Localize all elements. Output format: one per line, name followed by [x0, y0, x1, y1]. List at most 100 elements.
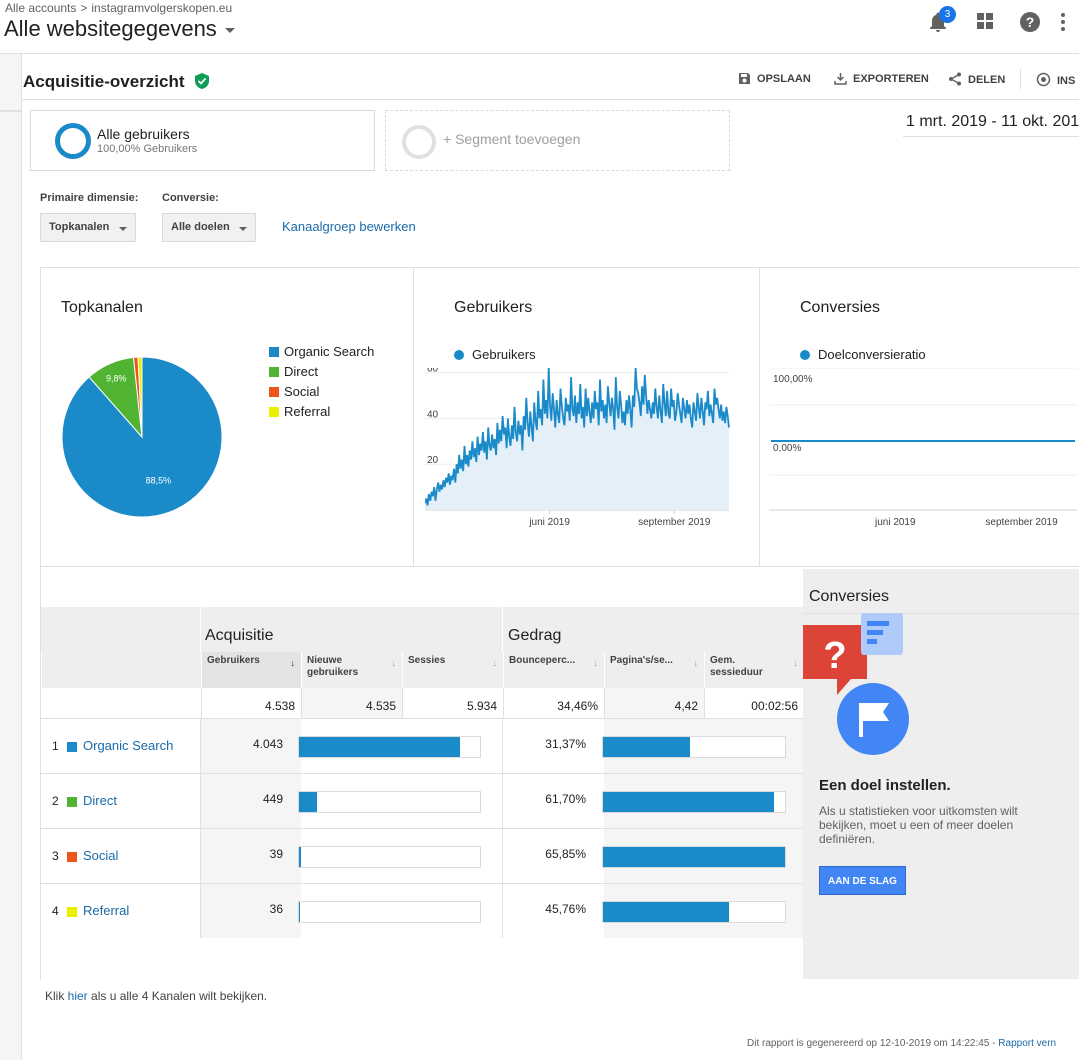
svg-text:?: ? — [823, 635, 846, 677]
report-title-text: Acquisitie-overzicht — [23, 72, 185, 91]
segment-share: 100,00% Gebruikers — [97, 143, 198, 155]
chart-panels: Topkanalen 88,5% 9,8% Organic Search Dire… — [40, 267, 1079, 567]
bounce-value: 61,70% — [545, 792, 586, 806]
col-header-new-users[interactable]: Nieuwe gebruikers ↓ — [301, 652, 402, 688]
channels-table: Acquisitie Gedrag Gebruikers ↓ Nieuwe geb… — [40, 567, 804, 980]
topkanalen-pie-chart: 88,5% 9,8% — [61, 356, 223, 518]
col-header-pages[interactable]: Pagina's/se... ↓ — [604, 652, 704, 688]
col-header-bounce-label: Bounceperc... — [509, 655, 576, 666]
breadcrumb-all-accounts[interactable]: Alle accounts — [5, 1, 76, 15]
channel-link[interactable]: Referral — [83, 903, 129, 918]
date-range-picker[interactable]: 1 mrt. 2019 - 11 okt. 2019 — [903, 113, 1079, 137]
legend-organic-search[interactable]: Organic Search — [269, 344, 374, 359]
notifications-bell-icon[interactable]: 3 — [927, 6, 956, 36]
save-label: OPSLAAN — [757, 73, 811, 85]
users-value: 36 — [269, 902, 283, 916]
empty-segment-ring-icon — [402, 125, 436, 159]
view-selector[interactable]: Alle websitegegevens — [4, 16, 235, 42]
col-header-sessions[interactable]: Sessies ↓ — [402, 652, 503, 688]
chevron-down-icon — [224, 27, 235, 33]
table-row: 4 Referral 36 45,76% — [41, 883, 804, 938]
gebruikers-title: Gebruikers — [454, 299, 533, 316]
row-index: 2 — [52, 794, 59, 808]
view-title: Alle websitegegevens — [4, 16, 217, 41]
conversies-title: Conversies — [800, 299, 881, 316]
save-button[interactable]: OPSLAAN — [738, 72, 811, 85]
table-row: 2 Direct 449 61,70% — [41, 773, 804, 828]
help-icon[interactable]: ? — [1018, 10, 1044, 36]
segment-all-users[interactable]: Alle gebruikers 100,00% Gebruikers — [30, 110, 375, 171]
bounce-value: 45,76% — [545, 902, 586, 916]
goal-heading: Een doel instellen. — [819, 777, 951, 794]
export-button[interactable]: EXPORTEREN — [834, 72, 929, 85]
bounce-value: 31,37% — [545, 737, 586, 751]
gebruikers-area-chart: 60 40 20 juni 2019 september 2019 — [425, 368, 730, 528]
users-bar — [298, 901, 481, 923]
total-pages: 4,42 — [604, 688, 704, 718]
col-header-duration[interactable]: Gem. sessieduur ↓ — [704, 652, 804, 688]
legend-label-organic: Organic Search — [284, 344, 375, 359]
edit-channel-group-link[interactable]: Kanaalgroep bewerken — [282, 219, 416, 234]
total-bounce: 34,46% — [503, 688, 604, 718]
bounce-bar — [602, 736, 786, 758]
x-tick-label: juni 2019 — [528, 517, 570, 528]
col-header-bounce[interactable]: Bounceperc... ↓ — [503, 652, 604, 688]
sort-arrow-icon: ↓ — [593, 658, 599, 668]
action-divider — [1020, 69, 1021, 89]
primary-dimension-dropdown[interactable]: Topkanalen — [40, 213, 136, 242]
segment-ring-icon — [55, 123, 91, 159]
col-header-users[interactable]: Gebruikers ↓ — [201, 652, 301, 688]
primary-dimension-value: Topkanalen — [49, 221, 110, 233]
more-menu-icon[interactable] — [1059, 10, 1079, 36]
get-started-button[interactable]: AAN DE SLAG — [819, 866, 906, 895]
col-header-users-label: Gebruikers — [207, 655, 260, 666]
breadcrumb-property[interactable]: instagramvolgerskopen.eu — [91, 1, 232, 15]
report-title: Acquisitie-overzicht — [23, 72, 210, 92]
share-label: DELEN — [968, 74, 1006, 86]
apps-grid-icon[interactable] — [974, 10, 1000, 36]
sort-arrow-icon: ↓ — [793, 658, 799, 668]
sort-arrow-icon: ↓ — [492, 658, 498, 668]
total-users: 4.538 — [201, 688, 301, 718]
conversion-dropdown[interactable]: Alle doelen — [162, 213, 256, 242]
table-row: 1 Organic Search 4.043 31,37% — [41, 718, 804, 773]
view-all-link[interactable]: hier — [68, 989, 88, 1003]
legend-referral[interactable]: Referral — [269, 404, 330, 419]
gebruikers-legend-label: Gebruikers — [472, 347, 536, 362]
legend-social[interactable]: Social — [269, 384, 319, 399]
save-icon — [739, 73, 750, 84]
total-new-users: 4.535 — [301, 688, 402, 718]
users-area — [425, 368, 729, 510]
goal-body: Als u statistieken voor uitkomsten wilt … — [819, 804, 1018, 846]
y-tick-label: 40 — [427, 409, 439, 420]
channel-link[interactable]: Direct — [83, 793, 117, 808]
legend-swatch-social — [269, 387, 279, 397]
chevron-down-icon — [239, 227, 247, 231]
conversion-label: Conversie: — [162, 192, 219, 204]
chevron-down-icon — [119, 227, 127, 231]
sort-arrow-icon: ↓ — [290, 658, 296, 668]
legend-dot — [454, 350, 464, 360]
row-index: 1 — [52, 739, 59, 753]
channel-color-swatch — [67, 797, 77, 807]
segment-name: Alle gebruikers — [97, 126, 190, 142]
users-value: 4.043 — [252, 737, 283, 751]
share-button[interactable]: DELEN — [948, 72, 1005, 86]
channel-link[interactable]: Social — [83, 848, 118, 863]
y-tick-label: 60 — [427, 368, 439, 375]
channel-color-swatch — [67, 907, 77, 917]
breadcrumb-separator-icon: > — [80, 1, 88, 15]
add-segment-button[interactable]: + Segment toevoegen — [385, 110, 730, 171]
y-tick-label: 20 — [427, 455, 439, 466]
insights-button[interactable]: INS — [1036, 72, 1075, 87]
legend-direct[interactable]: Direct — [269, 364, 318, 379]
col-header-sessions-label: Sessies — [408, 655, 446, 666]
x-tick-label: september 2019 — [985, 517, 1058, 528]
primary-dimension-label: Primaire dimensie: — [40, 192, 139, 204]
channel-color-swatch — [67, 742, 77, 752]
export-icon — [834, 73, 847, 85]
users-value: 449 — [262, 792, 283, 806]
channel-link[interactable]: Organic Search — [83, 738, 173, 753]
refresh-report-link[interactable]: Rapport vern — [998, 1038, 1056, 1049]
total-sessions: 5.934 — [402, 688, 503, 718]
